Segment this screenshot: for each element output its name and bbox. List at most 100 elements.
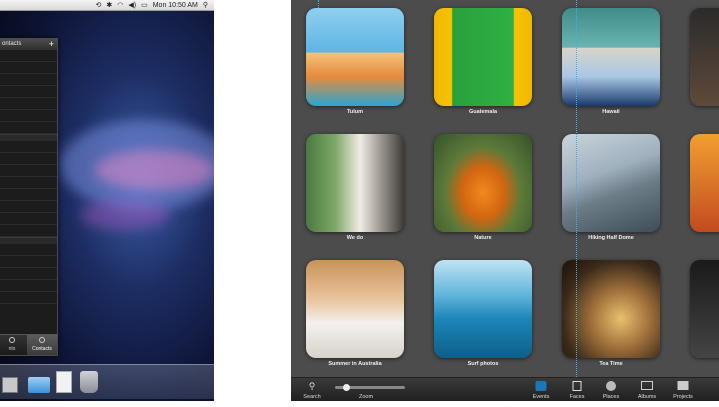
spotlight-icon[interactable]: ⚲ [203,2,208,9]
iphoto-window: Tulum Guatemala Hawaii We do Nature Hiki… [291,0,719,401]
contact-row[interactable] [0,50,57,62]
battery-icon[interactable]: ▭ [141,2,148,9]
zoom-slider-knob[interactable] [343,384,350,391]
menu-clock[interactable]: Mon 10:50 AM [153,2,198,9]
event-tile[interactable] [690,260,719,358]
preview-icon[interactable] [2,377,18,393]
contact-row[interactable] [0,201,57,213]
contacts-header: ontacts + [0,39,57,50]
albums-icon [641,381,653,390]
document-icon[interactable] [56,371,72,393]
contact-row[interactable] [0,122,57,134]
globe-icon [606,381,616,391]
dock [0,364,214,399]
contact-row[interactable] [0,213,57,225]
contact-row[interactable] [0,62,57,74]
event-tile-guatemala[interactable] [434,8,532,106]
volume-icon[interactable]: ◀) [128,2,136,9]
event-photo [306,8,404,106]
section-divider [0,237,57,244]
person-icon [39,337,45,343]
clock-icon [9,337,15,343]
add-icon[interactable]: + [49,39,54,49]
section-divider [0,134,57,141]
tab-contacts[interactable]: Contacts [27,335,57,355]
search-label: Search [303,394,321,400]
bottom-toolbar: ⚲ Search Zoom Events Faces Places Albums… [291,377,719,401]
event-photo [306,260,404,358]
contact-row[interactable] [0,292,57,304]
event-label: We do [346,235,364,241]
zoom-control: Zoom [351,378,381,401]
contact-row[interactable] [0,98,57,110]
event-photo [434,260,532,358]
projects-label: Projects [673,394,693,400]
event-photo [690,260,719,358]
events-label: Events [532,394,550,400]
contacts-footer: nts Contacts [0,334,57,355]
menu-bar: ⟲ ✱ ◠ ◀) ▭ Mon 10:50 AM ⚲ [0,0,214,11]
tab-recents-label: nts [8,346,16,352]
albums-label: Albums [637,394,657,400]
contact-row[interactable] [0,280,57,292]
event-tile[interactable] [690,134,719,232]
contact-row[interactable] [0,177,57,189]
events-button[interactable]: Events [527,378,555,401]
event-tile-summer-in-australia[interactable] [306,260,404,358]
event-photo [306,134,404,232]
contact-row[interactable] [0,74,57,86]
event-tile[interactable] [690,8,719,106]
bluetooth-icon[interactable]: ✱ [106,2,112,9]
contact-row[interactable] [0,244,57,256]
folder-icon[interactable] [28,377,50,393]
contact-row[interactable] [0,225,57,237]
albums-button[interactable]: Albums [633,378,661,401]
faces-button[interactable]: Faces [563,378,591,401]
event-label: Surf photos [467,361,499,367]
contacts-window: ontacts + nts Contacts [0,38,58,356]
wifi-icon[interactable]: ◠ [117,2,123,9]
search-button[interactable]: ⚲ Search [297,378,327,401]
contact-row[interactable] [0,256,57,268]
faces-label: Faces [569,394,585,400]
guide-line [576,0,577,377]
event-label: Tea Time [599,361,623,367]
event-label: Hawaii [602,109,620,115]
event-label: Summer in Australia [328,361,382,367]
trash-icon[interactable] [80,371,98,393]
projects-button[interactable]: Projects [669,378,697,401]
event-tile-nature[interactable] [434,134,532,232]
projects-icon [677,381,689,390]
nebula-purple [80,200,170,230]
contact-row[interactable] [0,268,57,280]
contact-row[interactable] [0,153,57,165]
tab-contacts-label: Contacts [32,346,52,352]
contact-row[interactable] [0,189,57,201]
contact-row[interactable] [0,86,57,98]
event-label: Hiking Half Dome [588,235,634,241]
events-icon [535,381,547,391]
event-tile-surf-photos[interactable] [434,260,532,358]
event-photo [434,134,532,232]
event-tile-we-do[interactable] [306,134,404,232]
time-machine-icon[interactable]: ⟲ [96,2,102,9]
guide-line [318,0,319,8]
places-label: Places [602,394,620,400]
event-photo [690,8,719,106]
contact-row[interactable] [0,110,57,122]
contact-row[interactable] [0,165,57,177]
desktop-screenshot: ⟲ ✱ ◠ ◀) ▭ Mon 10:50 AM ⚲ ontacts + nts … [0,0,214,401]
contacts-title: ontacts [2,41,22,47]
places-button[interactable]: Places [597,378,625,401]
faces-icon [572,381,582,391]
event-photo [690,134,719,232]
zoom-label: Zoom [358,394,374,400]
event-label: Tulum [346,109,364,115]
search-icon: ⚲ [308,381,316,391]
event-label: Nature [474,235,492,241]
event-tile-tulum[interactable] [306,8,404,106]
tab-recents[interactable]: nts [0,335,27,355]
nebula-pink [95,150,214,190]
contact-row[interactable] [0,141,57,153]
event-photo [434,8,532,106]
